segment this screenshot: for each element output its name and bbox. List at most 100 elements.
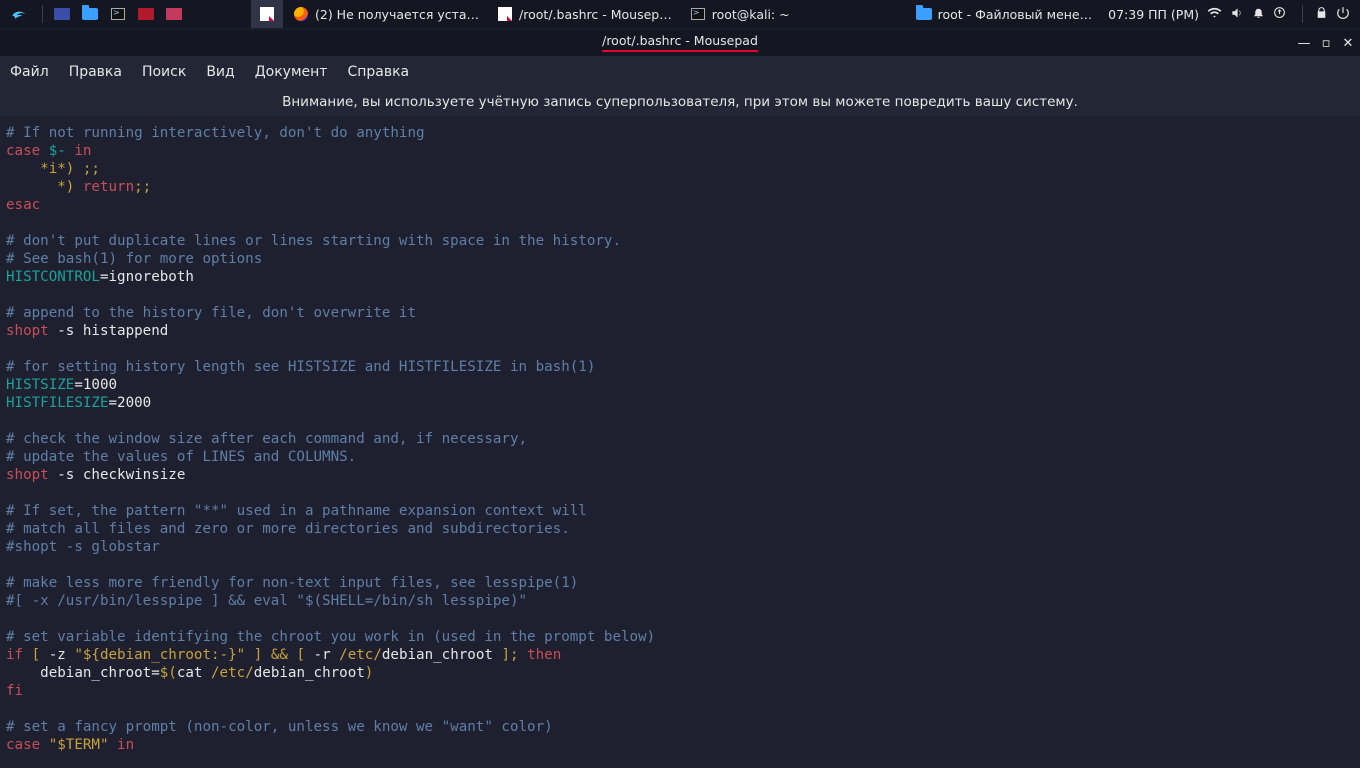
code-token: /etc/ [211, 665, 254, 681]
menu-help[interactable]: Справка [347, 64, 409, 80]
code-token: in [66, 143, 92, 159]
taskbar-item-terminal[interactable]: root@kali: ~ [682, 0, 798, 28]
code-line: #shopt -s globstar [6, 539, 160, 555]
code-token: [ [23, 647, 49, 663]
code-token: cat [177, 665, 211, 681]
code-token: then [527, 647, 561, 663]
notifications-icon[interactable] [1252, 6, 1265, 22]
code-token: ] [245, 647, 271, 663]
code-token: "${debian_chroot:-}" [74, 647, 245, 663]
code-token: case [6, 143, 49, 159]
maximize-button[interactable]: ▫ [1320, 37, 1332, 49]
code-token: fi [6, 683, 23, 699]
taskbar-item-firefox[interactable]: (2) Не получается уста… [285, 0, 487, 28]
code-line: # If set, the pattern "**" used in a pat… [6, 503, 587, 519]
code-token: debian_chroot= [6, 665, 160, 681]
code-token: *i*) [6, 161, 83, 177]
code-token: ) [365, 665, 374, 681]
code-token: ;; [134, 179, 151, 195]
code-line: # update the values of LINES and COLUMNS… [6, 449, 356, 465]
minimize-button[interactable]: — [1298, 37, 1310, 49]
wifi-icon[interactable] [1207, 5, 1222, 23]
code-token: =ignoreboth [100, 269, 194, 285]
system-panel: (2) Не получается уста… /root/.bashrc - … [0, 0, 1360, 28]
code-token: *) [6, 179, 83, 195]
taskbar-item-notepad-active[interactable] [251, 0, 283, 28]
code-token: ]; [493, 647, 527, 663]
menubar: Файл Правка Поиск Вид Документ Справка [0, 56, 1360, 88]
app-launcher-icon[interactable] [161, 3, 187, 25]
code-token: =2000 [109, 395, 152, 411]
code-line: # If not running interactively, don't do… [6, 125, 425, 141]
kazam-icon[interactable] [133, 3, 159, 25]
panel-right: root - Файловый мене… 07:39 ПП (PM) [908, 0, 1360, 28]
code-line: #[ -x /usr/bin/lesspipe ] && eval "$(SHE… [6, 593, 527, 609]
code-line: # append to the history file, don't over… [6, 305, 416, 321]
editor-area[interactable]: # If not running interactively, don't do… [0, 116, 1360, 768]
mousepad-window: /root/.bashrc - Mousepad — ▫ ✕ Файл Прав… [0, 30, 1360, 768]
code-token: -r [314, 647, 340, 663]
panel-left: (2) Не получается уста… /root/.bashrc - … [0, 0, 798, 28]
terminal-icon [690, 6, 706, 22]
code-token: if [6, 647, 23, 663]
notepad-icon [259, 6, 275, 22]
code-token: return [83, 179, 134, 195]
code-token: -s histappend [49, 323, 169, 339]
task-label: (2) Не получается уста… [315, 7, 479, 22]
menu-view[interactable]: Вид [206, 64, 234, 80]
titlebar[interactable]: /root/.bashrc - Mousepad — ▫ ✕ [0, 30, 1360, 56]
code-token: esac [6, 197, 40, 213]
code-token: case [6, 737, 49, 753]
folder-icon [916, 6, 932, 22]
menu-edit[interactable]: Правка [69, 64, 122, 80]
task-label: /root/.bashrc - Mousep… [519, 7, 672, 22]
file-manager-icon[interactable] [77, 3, 103, 25]
kali-menu-icon[interactable] [6, 3, 32, 25]
code-line: # See bash(1) for more options [6, 251, 262, 267]
code-token: shopt [6, 467, 49, 483]
lock-icon[interactable] [1315, 6, 1328, 22]
updates-icon[interactable] [1273, 6, 1286, 22]
taskbar-item-filemanager[interactable]: root - Файловый мене… [908, 0, 1101, 28]
code-line: # match all files and zero or more direc… [6, 521, 570, 537]
show-desktop-icon[interactable] [49, 3, 75, 25]
task-label: root@kali: ~ [712, 7, 790, 22]
code-token: shopt [6, 323, 49, 339]
code-line: # set a fancy prompt (non-color, unless … [6, 719, 553, 735]
menu-search[interactable]: Поиск [142, 64, 186, 80]
code-line: # for setting history length see HISTSIZ… [6, 359, 595, 375]
task-label: root - Файловый мене… [938, 7, 1093, 22]
close-button[interactable]: ✕ [1342, 37, 1354, 49]
superuser-warning: Внимание, вы используете учётную запись … [0, 88, 1360, 116]
code-token: $- [49, 143, 66, 159]
code-token: HISTFILESIZE [6, 395, 109, 411]
code-line: # set variable identifying the chroot yo… [6, 629, 655, 645]
window-buttons: — ▫ ✕ [1298, 37, 1354, 49]
taskbar-item-mousepad[interactable]: /root/.bashrc - Mousep… [489, 0, 680, 28]
code-token: $( [160, 665, 177, 681]
code-token: && [271, 647, 288, 663]
code-line: # don't put duplicate lines or lines sta… [6, 233, 621, 249]
code-token: =1000 [74, 377, 117, 393]
code-token: debian_chroot [382, 647, 493, 663]
code-token: in [109, 737, 135, 753]
menu-file[interactable]: Файл [10, 64, 49, 80]
volume-icon[interactable] [1230, 6, 1244, 23]
code-token: -z [49, 647, 75, 663]
code-token: debian_chroot [254, 665, 365, 681]
code-token: HISTCONTROL [6, 269, 100, 285]
terminal-launcher-icon[interactable] [105, 3, 131, 25]
separator-icon [1302, 5, 1303, 23]
code-token: [ [288, 647, 314, 663]
clock[interactable]: 07:39 ПП (PM) [1108, 7, 1199, 22]
power-icon[interactable] [1336, 6, 1350, 23]
code-token: /etc/ [339, 647, 382, 663]
separator-icon [42, 5, 43, 23]
menu-document[interactable]: Документ [255, 64, 328, 80]
code-token: -s checkwinsize [49, 467, 186, 483]
code-line: # make less more friendly for non-text i… [6, 575, 578, 591]
code-token: HISTSIZE [6, 377, 74, 393]
code-token: ;; [83, 161, 100, 177]
code-line: # check the window size after each comma… [6, 431, 527, 447]
code-token: "$TERM" [49, 737, 109, 753]
